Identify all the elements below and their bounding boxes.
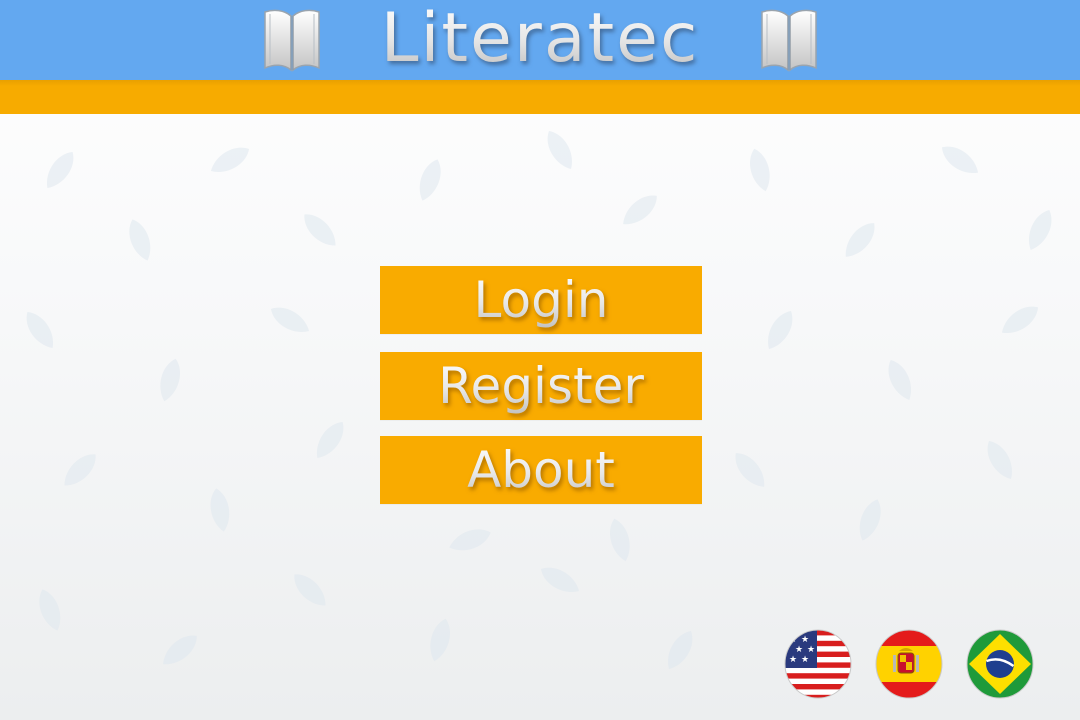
spain-flag-icon	[875, 629, 943, 699]
login-button[interactable]: Login	[380, 266, 702, 334]
svg-text:★: ★	[801, 655, 809, 665]
register-button-label: Register	[380, 355, 702, 417]
about-button-label: About	[380, 439, 702, 501]
us-flag-icon: ★ ★ ★ ★ ★ ★	[784, 629, 852, 699]
open-book-icon	[264, 9, 320, 72]
brazil-flag-icon	[966, 629, 1034, 699]
svg-text:★: ★	[789, 635, 797, 645]
open-book-icon	[761, 9, 817, 72]
about-button[interactable]: About	[380, 436, 702, 504]
language-portuguese-button[interactable]	[965, 628, 1035, 700]
login-button-label: Login	[380, 269, 702, 331]
language-english-button[interactable]: ★ ★ ★ ★ ★ ★	[783, 628, 853, 700]
svg-text:★: ★	[801, 635, 809, 645]
header-accent-stripe	[0, 80, 1080, 114]
language-spanish-button[interactable]	[874, 628, 944, 700]
svg-text:★: ★	[789, 655, 797, 665]
svg-text:★: ★	[795, 645, 803, 655]
register-button[interactable]: Register	[380, 352, 702, 420]
app-title: Literatec	[340, 0, 740, 80]
svg-text:★: ★	[807, 645, 815, 655]
